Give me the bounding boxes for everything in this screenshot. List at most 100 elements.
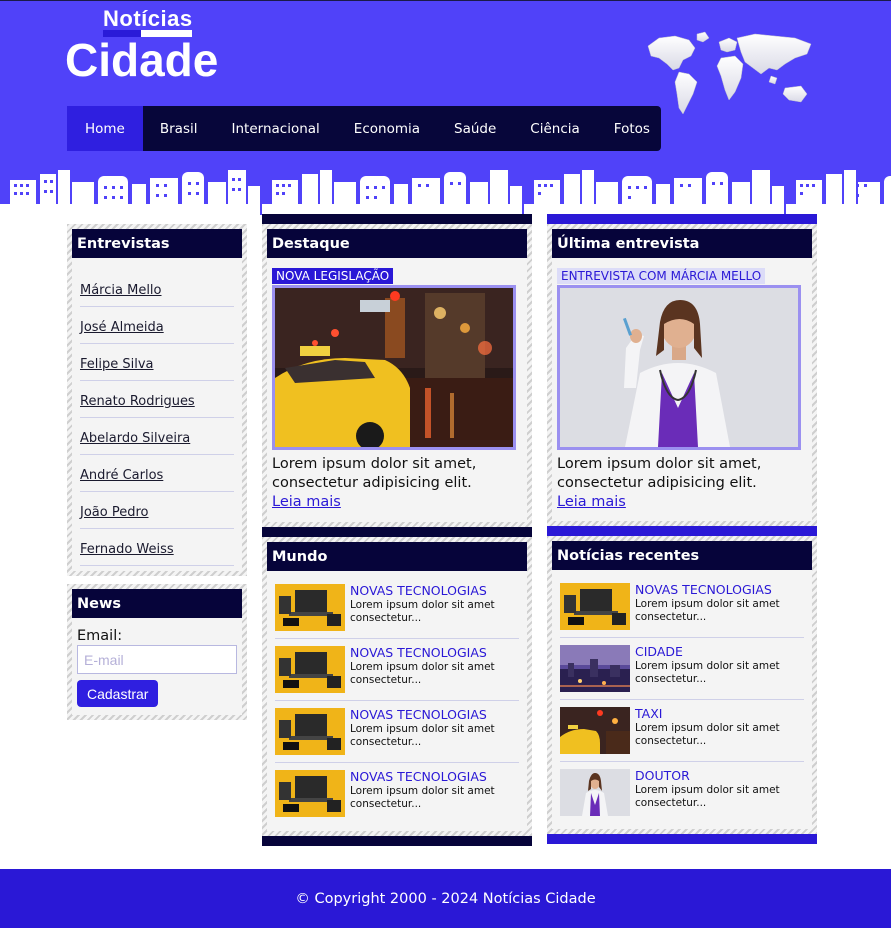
nav-saude[interactable]: Saúde	[437, 106, 513, 151]
world-news-list: NOVAS TECNOLOGIAS Lorem ipsum dolor sit …	[267, 571, 527, 825]
list-item: João Pedro	[80, 492, 234, 529]
newsletter-title: News	[72, 589, 242, 618]
sidebar: Entrevistas Márcia Mello José Almeida Fe…	[67, 224, 247, 720]
interview-link[interactable]: Renato Rodrigues	[80, 394, 195, 409]
right-column: Última entrevista ENTREVISTA COM MÁRCIA …	[547, 214, 817, 844]
list-item: Fernado Weiss	[80, 529, 234, 566]
news-title: NOVAS TECNOLOGIAS	[350, 707, 487, 722]
doctor-thumbnail	[560, 769, 630, 816]
column-divider-bar	[262, 527, 532, 537]
recent-news-list: NOVAS TECNOLOGIAS Lorem ipsum dolor sit …	[552, 570, 812, 824]
site-footer: © Copyright 2000 - 2024 Notícias Cidade	[0, 869, 891, 928]
column-top-bar	[547, 214, 817, 224]
newsletter-form: Email: Cadastrar	[72, 618, 242, 713]
interview-link[interactable]: Felipe Silva	[80, 357, 154, 372]
list-item: José Almeida	[80, 307, 234, 344]
tech-thumbnail	[275, 770, 345, 817]
list-item[interactable]: CIDADE Lorem ipsum dolor sit amet consec…	[560, 638, 804, 700]
nav-internacional[interactable]: Internacional	[215, 106, 337, 151]
city-thumbnail	[560, 645, 630, 692]
copyright-text: © Copyright 2000 - 2024 Notícias Cidade	[295, 890, 596, 907]
news-title: TAXI	[635, 706, 663, 721]
last-interview-read-more-link[interactable]: Leia mais	[557, 494, 626, 510]
nav-brasil[interactable]: Brasil	[143, 106, 215, 151]
news-excerpt: Lorem ipsum dolor sit amet consectetur..…	[350, 599, 495, 624]
interview-link[interactable]: José Almeida	[80, 320, 164, 335]
list-item[interactable]: NOVAS TECNOLOGIAS Lorem ipsum dolor sit …	[275, 701, 519, 763]
news-excerpt: Lorem ipsum dolor sit amet consectetur..…	[635, 660, 780, 685]
last-interview-summary: Lorem ipsum dolor sit amet, consectetur …	[557, 456, 762, 491]
tech-thumbnail	[560, 583, 630, 630]
highlight-box: Destaque NOVA LEGISLAÇÃO Lorem ipsum dol…	[262, 224, 532, 527]
tech-thumbnail	[275, 584, 345, 631]
highlight-title: Destaque	[267, 229, 527, 258]
list-item: Abelardo Silveira	[80, 418, 234, 455]
city-skyline-illustration	[0, 170, 891, 215]
news-title: NOVAS TECNOLOGIAS	[350, 769, 487, 784]
news-title: NOVAS TECNOLOGIAS	[350, 645, 487, 660]
newsletter-box: News Email: Cadastrar	[67, 584, 247, 720]
list-item[interactable]: NOVAS TECNOLOGIAS Lorem ipsum dolor sit …	[275, 639, 519, 701]
world-box: Mundo NOVAS TECNOLOGIAS Lorem ipsum dolo…	[262, 537, 532, 836]
nav-home[interactable]: Home	[67, 106, 143, 151]
news-excerpt: Lorem ipsum dolor sit amet consectetur..…	[635, 598, 780, 623]
news-title: DOUTOR	[635, 768, 690, 783]
doctor-photo	[560, 288, 798, 447]
last-interview-text-block: Lorem ipsum dolor sit amet, consectetur …	[552, 450, 812, 512]
highlight-read-more-link[interactable]: Leia mais	[272, 494, 341, 510]
column-bottom-bar	[262, 836, 532, 846]
recent-news-title: Notícias recentes	[552, 541, 812, 570]
list-item[interactable]: TAXI Lorem ipsum dolor sit amet consecte…	[560, 700, 804, 762]
news-excerpt: Lorem ipsum dolor sit amet consectetur..…	[635, 722, 780, 747]
news-excerpt: Lorem ipsum dolor sit amet consectetur..…	[350, 723, 495, 748]
list-item[interactable]: DOUTOR Lorem ipsum dolor sit amet consec…	[560, 762, 804, 824]
tech-thumbnail	[275, 708, 345, 755]
interview-link[interactable]: Márcia Mello	[80, 283, 162, 298]
email-field[interactable]	[77, 645, 237, 674]
logo-small-text[interactable]: Notícias	[103, 6, 193, 32]
news-excerpt: Lorem ipsum dolor sit amet consectetur..…	[350, 785, 495, 810]
interviews-title: Entrevistas	[72, 229, 242, 258]
nav-economia[interactable]: Economia	[337, 106, 437, 151]
list-item[interactable]: NOVAS TECNOLOGIAS Lorem ipsum dolor sit …	[560, 576, 804, 638]
interview-link[interactable]: Abelardo Silveira	[80, 431, 190, 446]
subscribe-button[interactable]: Cadastrar	[77, 680, 159, 707]
world-title: Mundo	[267, 542, 527, 571]
list-item: Márcia Mello	[80, 270, 234, 307]
highlight-image[interactable]	[272, 285, 516, 450]
news-excerpt: Lorem ipsum dolor sit amet consectetur..…	[635, 784, 780, 809]
recent-news-box: Notícias recentes NOVAS TECNOLOGIAS Lore…	[547, 536, 817, 834]
highlight-tag: NOVA LEGISLAÇÃO	[272, 268, 394, 284]
main-navigation: Home Brasil Internacional Economia Saúde…	[67, 106, 661, 151]
interview-link[interactable]: João Pedro	[80, 505, 148, 520]
news-title: NOVAS TECNOLOGIAS	[635, 582, 772, 597]
world-map-icon	[647, 31, 812, 115]
logo-main-text[interactable]: Cidade	[65, 33, 218, 87]
last-interview-image[interactable]	[557, 285, 801, 450]
column-top-bar	[262, 214, 532, 224]
interview-link[interactable]: Fernado Weiss	[80, 542, 174, 557]
site-header: Notícias Cidade Home Brasil Internaciona…	[0, 0, 891, 215]
list-item[interactable]: NOVAS TECNOLOGIAS Lorem ipsum dolor sit …	[275, 577, 519, 639]
column-divider-bar	[547, 526, 817, 536]
taxi-thumbnail	[560, 707, 630, 754]
nav-ciencia[interactable]: Ciência	[513, 106, 597, 151]
last-interview-title: Última entrevista	[552, 229, 812, 258]
column-bottom-bar	[547, 834, 817, 844]
list-item: Felipe Silva	[80, 344, 234, 381]
nav-fotos[interactable]: Fotos	[597, 106, 667, 151]
news-title: CIDADE	[635, 644, 683, 659]
interviews-list: Márcia Mello José Almeida Felipe Silva R…	[72, 258, 242, 566]
news-title: NOVAS TECNOLOGIAS	[350, 583, 487, 598]
tech-thumbnail	[275, 646, 345, 693]
last-interview-box: Última entrevista ENTREVISTA COM MÁRCIA …	[547, 224, 817, 526]
news-excerpt: Lorem ipsum dolor sit amet consectetur..…	[350, 661, 495, 686]
list-item[interactable]: NOVAS TECNOLOGIAS Lorem ipsum dolor sit …	[275, 763, 519, 825]
highlight-text-block: Lorem ipsum dolor sit amet, consectetur …	[267, 450, 527, 512]
interview-link[interactable]: André Carlos	[80, 468, 163, 483]
list-item: Renato Rodrigues	[80, 381, 234, 418]
list-item: André Carlos	[80, 455, 234, 492]
email-label: Email:	[77, 628, 123, 644]
middle-column: Destaque NOVA LEGISLAÇÃO Lorem ipsum dol…	[262, 214, 532, 846]
last-interview-tag: ENTREVISTA COM MÁRCIA MELLO	[557, 268, 766, 284]
